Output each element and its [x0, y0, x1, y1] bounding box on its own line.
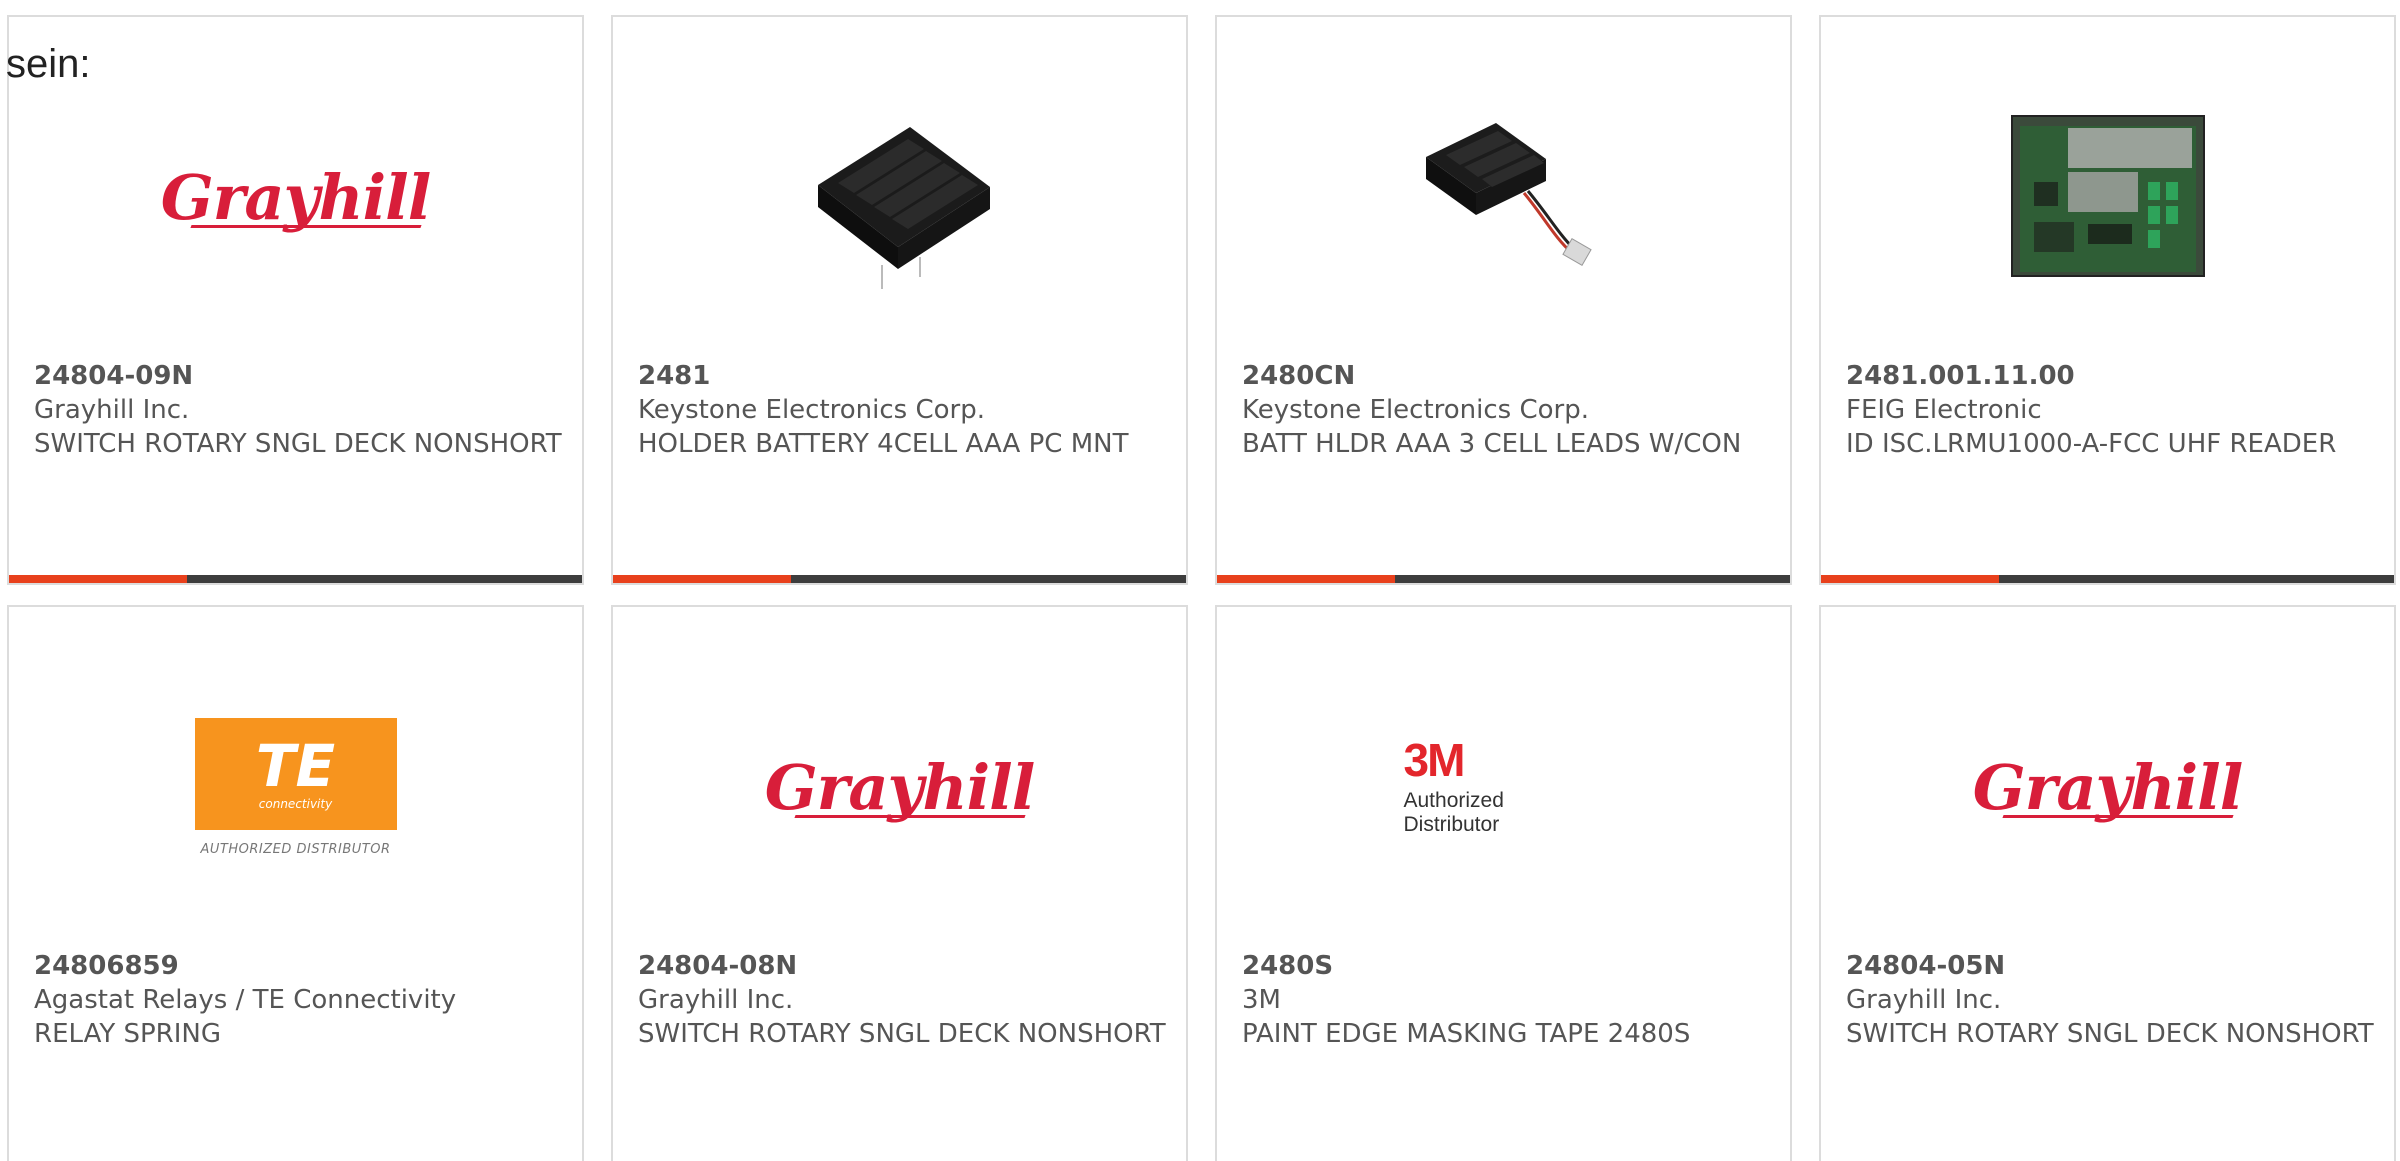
battery-holder-3cell-photo	[1425, 123, 1592, 266]
description: ID ISC.LRMU1000-A-FCC UHF READER	[1846, 429, 2337, 459]
product-info: 2481.001.11.00 FEIG Electronic ID ISC.LR…	[1846, 359, 2374, 461]
progress-fill	[1821, 575, 1999, 583]
product-card[interactable]: Grayhill 24804-05N Grayhill Inc. SWITCH …	[1819, 605, 2396, 1161]
manufacturer: Grayhill Inc.	[34, 395, 190, 425]
progress-bar	[1217, 575, 1790, 583]
product-card[interactable]: 3M Authorized Distributor 2480S 3M PAINT…	[1215, 605, 1792, 1161]
battery-holder-4cell-photo	[817, 127, 990, 289]
product-card[interactable]: 2480CN Keystone Electronics Corp. BATT H…	[1215, 15, 1792, 585]
3m-logo-text: 3M	[1403, 734, 1466, 786]
progress-bar	[9, 575, 582, 583]
3m-logo-caption: Authorized Distributor	[1403, 789, 1504, 836]
description: BATT HLDR AAA 3 CELL LEADS W/CON	[1242, 429, 1742, 459]
product-grid-page: sein: Grayhill 24804-09N Grayhill Inc. S…	[0, 0, 2400, 1161]
progress-bar	[613, 575, 1186, 583]
product-image: Grayhill	[1821, 677, 2394, 897]
product-card[interactable]: 2481.001.11.00 FEIG Electronic ID ISC.LR…	[1819, 15, 2396, 585]
progress-fill	[613, 575, 791, 583]
description: PAINT EDGE MASKING TAPE 2480S	[1242, 1019, 1691, 1049]
product-image: Grayhill	[613, 677, 1186, 897]
manufacturer: Keystone Electronics Corp.	[638, 395, 986, 425]
product-card[interactable]: Grayhill 24804-08N Grayhill Inc. SWITCH …	[611, 605, 1188, 1161]
manufacturer: Agastat Relays / TE Connectivity	[34, 985, 457, 1015]
product-image: TE connectivity AUTHORIZED DISTRIBUTOR	[9, 677, 582, 897]
part-number[interactable]: 24806859	[34, 949, 562, 983]
part-number[interactable]: 24804-09N	[34, 359, 562, 393]
grayhill-logo: Grayhill	[764, 750, 1036, 824]
description: SWITCH ROTARY SNGL DECK NONSHORT	[1846, 1019, 2374, 1049]
description: HOLDER BATTERY 4CELL AAA PC MNT	[638, 429, 1129, 459]
part-number[interactable]: 24804-05N	[1846, 949, 2374, 983]
part-number[interactable]: 24804-08N	[638, 949, 1166, 983]
te-connectivity-logo: TE connectivity AUTHORIZED DISTRIBUTOR	[194, 717, 397, 857]
product-card[interactable]: TE connectivity AUTHORIZED DISTRIBUTOR 2…	[7, 605, 584, 1161]
te-logo-subtext: connectivity	[258, 796, 333, 811]
product-image	[1217, 87, 1790, 307]
product-info: 24806859 Agastat Relays / TE Connectivit…	[34, 949, 562, 1051]
product-info: 2480CN Keystone Electronics Corp. BATT H…	[1242, 359, 1770, 461]
product-info: 2480S 3M PAINT EDGE MASKING TAPE 2480S	[1242, 949, 1770, 1051]
description: SWITCH ROTARY SNGL DECK NONSHORT	[34, 429, 562, 459]
part-number[interactable]: 2481.001.11.00	[1846, 359, 2374, 393]
description: RELAY SPRING	[34, 1019, 222, 1049]
manufacturer: Grayhill Inc.	[1846, 985, 2002, 1015]
manufacturer: Grayhill Inc.	[638, 985, 794, 1015]
product-info: 24804-05N Grayhill Inc. SWITCH ROTARY SN…	[1846, 949, 2374, 1051]
grayhill-logo: Grayhill	[160, 160, 432, 234]
3m-logo: 3M Authorized Distributor	[1404, 737, 1604, 837]
product-image	[613, 87, 1186, 307]
product-info: 24804-09N Grayhill Inc. SWITCH ROTARY SN…	[34, 359, 562, 461]
manufacturer: 3M	[1242, 985, 1281, 1015]
description: SWITCH ROTARY SNGL DECK NONSHORT	[638, 1019, 1166, 1049]
product-card[interactable]: 2481 Keystone Electronics Corp. HOLDER B…	[611, 15, 1188, 585]
manufacturer: Keystone Electronics Corp.	[1242, 395, 1590, 425]
manufacturer: FEIG Electronic	[1846, 395, 2042, 425]
intro-text: sein:	[6, 42, 91, 86]
product-image	[1821, 87, 2394, 307]
part-number[interactable]: 2480CN	[1242, 359, 1770, 393]
product-card[interactable]: Grayhill 24804-09N Grayhill Inc. SWITCH …	[7, 15, 584, 585]
te-logo-text: TE	[255, 731, 336, 800]
product-info: 2481 Keystone Electronics Corp. HOLDER B…	[638, 359, 1166, 461]
grayhill-logo: Grayhill	[1972, 750, 2244, 824]
te-logo-caption: AUTHORIZED DISTRIBUTOR	[200, 841, 391, 857]
product-info: 24804-08N Grayhill Inc. SWITCH ROTARY SN…	[638, 949, 1166, 1051]
part-number[interactable]: 2480S	[1242, 949, 1770, 983]
product-image: 3M Authorized Distributor	[1217, 677, 1790, 897]
progress-fill	[1217, 575, 1395, 583]
circuit-board-photo	[2010, 115, 2205, 277]
progress-fill	[9, 575, 187, 583]
part-number[interactable]: 2481	[638, 359, 1166, 393]
product-image: Grayhill	[9, 87, 582, 307]
progress-bar	[1821, 575, 2394, 583]
te-logo-box: TE connectivity	[194, 717, 397, 830]
